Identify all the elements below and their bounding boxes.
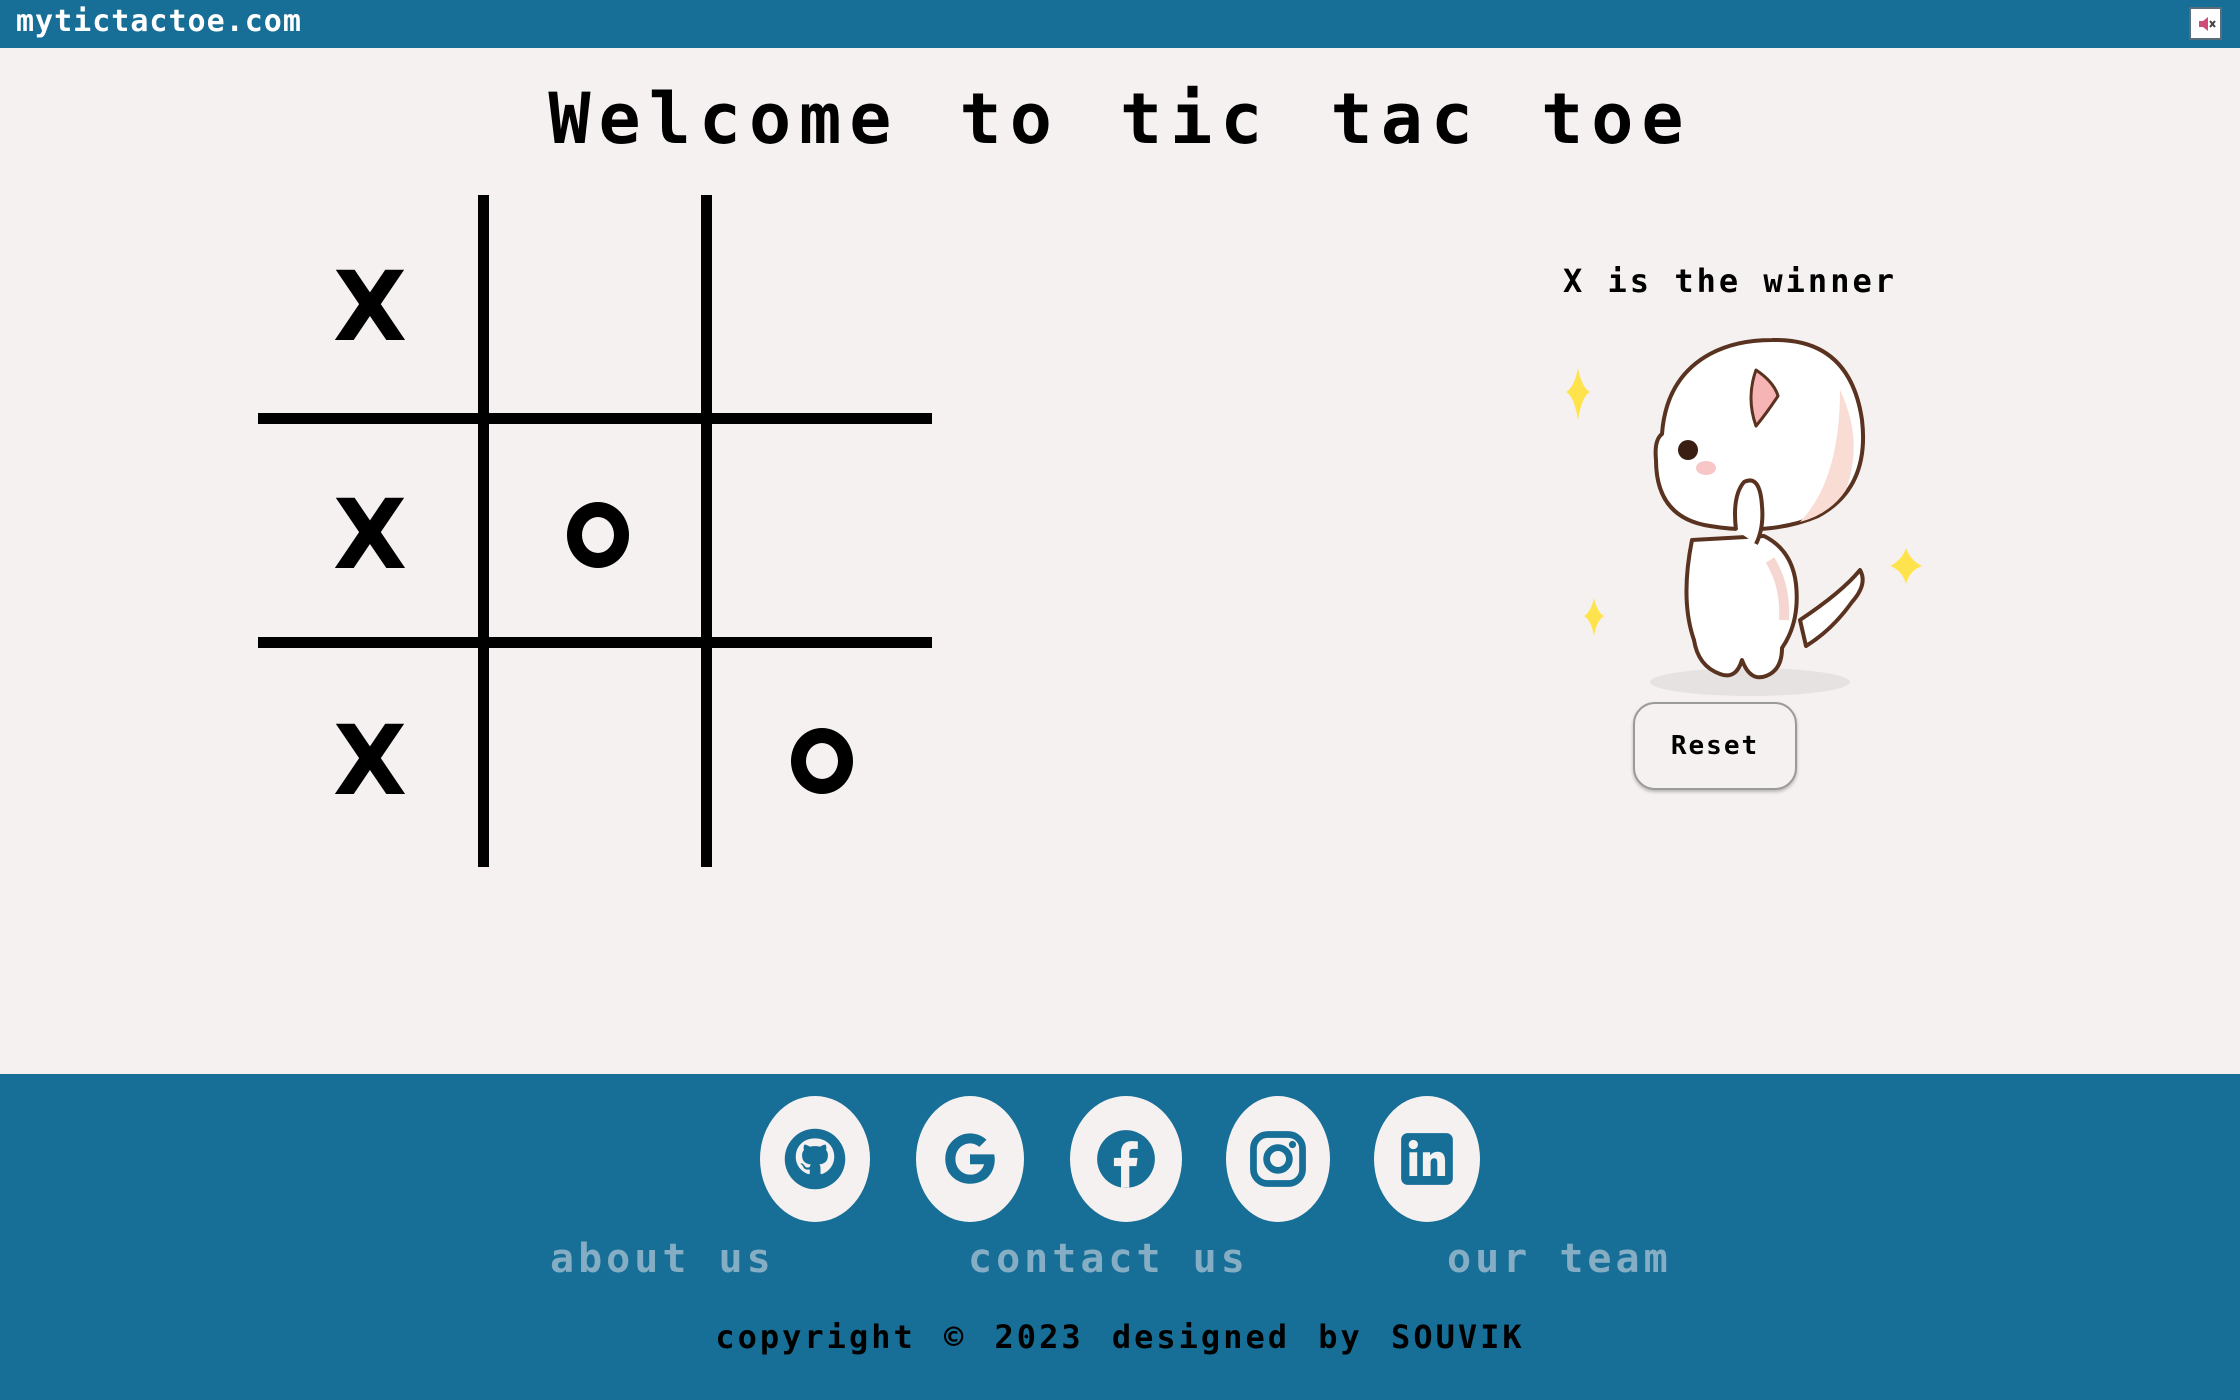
board-cell-9[interactable]: O <box>710 649 934 873</box>
linkedin-icon <box>1401 1133 1453 1185</box>
copyright-text: copyright © 2023 designed by SOUVIK <box>715 1318 1525 1356</box>
board-cell-7[interactable]: X <box>258 649 482 873</box>
o-mark: O <box>567 502 629 568</box>
contact-us-link[interactable]: contact us <box>968 1236 1249 1282</box>
board-cell-5[interactable]: O <box>486 423 710 647</box>
x-mark: X <box>332 251 407 363</box>
google-icon <box>945 1133 995 1184</box>
board-cell-2[interactable] <box>486 195 710 419</box>
top-bar: mytictactoe.com <box>0 0 2240 48</box>
x-mark: X <box>332 705 407 817</box>
board-cell-1[interactable]: X <box>258 195 482 419</box>
page-title: Welcome to tic tac toe <box>548 78 1692 160</box>
facebook-link[interactable] <box>1070 1096 1182 1222</box>
board-cell-4[interactable]: X <box>258 423 482 647</box>
about-us-link[interactable]: about us <box>550 1236 775 1282</box>
o-mark: O <box>791 728 853 794</box>
board-cell-3[interactable] <box>710 195 934 419</box>
site-name[interactable]: mytictactoe.com <box>16 4 302 39</box>
board-cell-8[interactable] <box>486 649 710 873</box>
board-cell-6[interactable] <box>710 423 934 647</box>
footer: about us contact us our team copyright ©… <box>0 1074 2240 1400</box>
github-link[interactable] <box>760 1096 870 1222</box>
google-link[interactable] <box>916 1096 1024 1222</box>
linkedin-link[interactable] <box>1374 1096 1480 1222</box>
game-board: X X O X O <box>258 195 932 867</box>
celebration-cat-image <box>1566 337 1922 696</box>
instagram-icon <box>1250 1131 1306 1187</box>
mute-button[interactable] <box>2189 7 2222 40</box>
our-team-link[interactable]: our team <box>1447 1236 1672 1282</box>
x-mark: X <box>332 479 407 591</box>
reset-button[interactable]: Reset <box>1633 702 1797 790</box>
instagram-link[interactable] <box>1226 1096 1330 1222</box>
speaker-muted-icon <box>2198 16 2216 31</box>
winner-message: X is the winner <box>1563 262 1897 300</box>
facebook-icon <box>1097 1130 1155 1188</box>
github-icon <box>784 1128 846 1190</box>
